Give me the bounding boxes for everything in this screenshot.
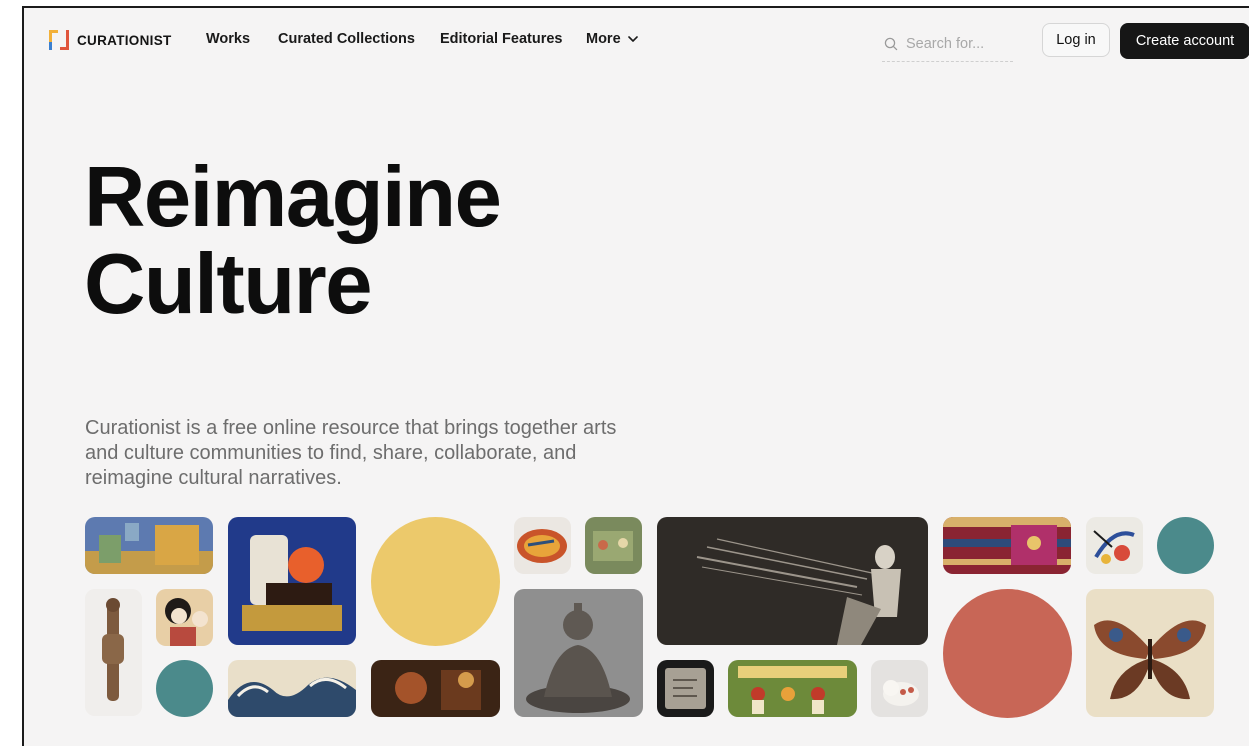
logo-mark-icon xyxy=(49,30,69,50)
artwork-miniature-green[interactable] xyxy=(585,517,642,574)
artwork-seated-buddha[interactable] xyxy=(514,589,643,717)
nav-more-menu[interactable]: More xyxy=(586,31,639,47)
artwork-woodblock-portrait[interactable] xyxy=(156,589,213,646)
artwork-stone-seal[interactable] xyxy=(657,660,714,717)
decorative-teal-circle-small xyxy=(156,660,213,717)
artwork-still-life-orange[interactable] xyxy=(228,517,356,645)
brand-name: CURATIONIST xyxy=(77,32,172,48)
artwork-motion-photograph[interactable] xyxy=(657,517,928,645)
artwork-bedroom-painting[interactable] xyxy=(85,517,213,574)
artwork-butterfly-illustration[interactable] xyxy=(1086,589,1214,717)
chevron-down-icon xyxy=(627,36,638,42)
search-input[interactable] xyxy=(906,35,1006,52)
nav-more-label: More xyxy=(586,31,621,47)
hero-title-line-1: Reimagine xyxy=(84,150,502,245)
artwork-painted-plate[interactable] xyxy=(514,517,571,574)
hero-description: Curationist is a free online resource th… xyxy=(85,417,617,489)
artwork-abstract-kandinsky[interactable] xyxy=(1086,517,1143,574)
nav-link-curated-collections[interactable]: Curated Collections xyxy=(278,31,415,47)
nav-link-works[interactable]: Works xyxy=(206,31,250,47)
decorative-yellow-circle xyxy=(371,517,500,646)
decorative-teal-circle-right xyxy=(1157,517,1214,574)
artwork-great-wave[interactable] xyxy=(228,660,356,717)
artwork-porcelain-figure[interactable] xyxy=(871,660,928,717)
search-box[interactable] xyxy=(882,26,1013,62)
search-icon xyxy=(884,37,898,50)
artwork-wooden-sculpture[interactable] xyxy=(85,589,142,716)
create-account-button[interactable]: Create account xyxy=(1120,23,1249,59)
top-navigation: CURATIONIST Works Curated Collections Ed… xyxy=(24,8,1249,74)
browser-page: CURATIONIST Works Curated Collections Ed… xyxy=(22,6,1249,746)
artwork-textile[interactable] xyxy=(943,517,1071,574)
decorative-coral-circle xyxy=(943,589,1072,718)
login-button[interactable]: Log in xyxy=(1042,23,1110,57)
brand-logo[interactable]: CURATIONIST xyxy=(49,30,172,50)
hero-title: Reimagine Culture xyxy=(84,150,502,332)
artwork-indian-miniature[interactable] xyxy=(728,660,857,717)
hero-title-line-2: Culture xyxy=(84,237,373,332)
nav-link-editorial-features[interactable]: Editorial Features xyxy=(440,31,562,47)
artwork-dark-painting[interactable] xyxy=(371,660,500,717)
